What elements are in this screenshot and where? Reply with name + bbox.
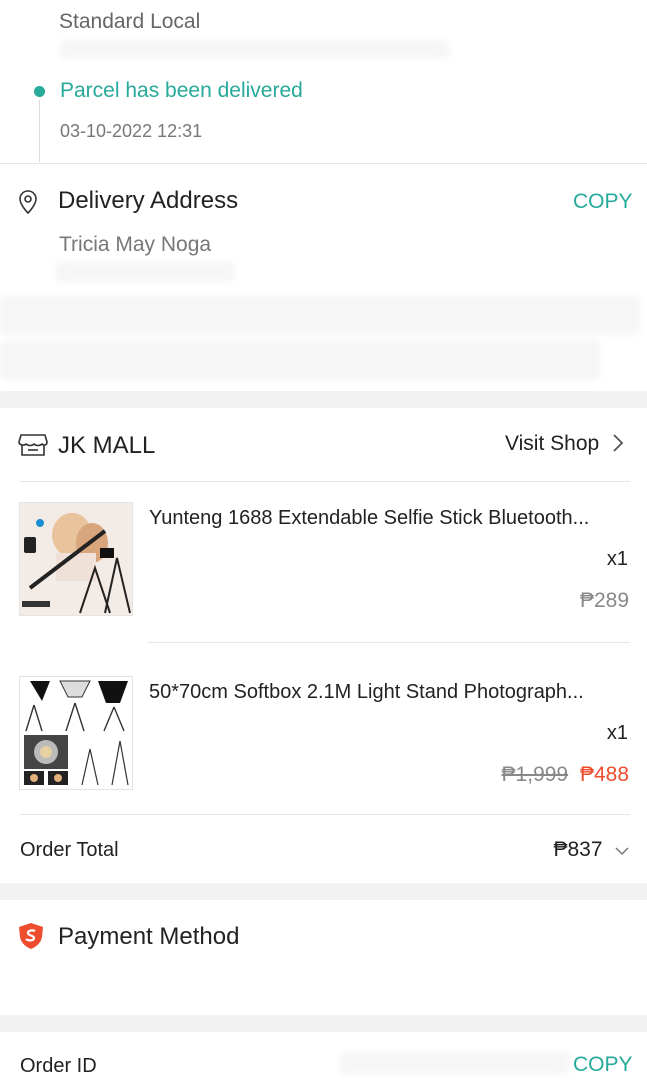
- order-total-toggle[interactable]: ₱837: [554, 838, 630, 862]
- section-gap: [0, 1015, 647, 1032]
- delivery-timestamp: 03-10-2022 12:31: [60, 121, 203, 141]
- chevron-down-icon: [615, 843, 629, 861]
- phone-redacted: [55, 262, 235, 282]
- product-quantity: x1: [606, 548, 628, 570]
- product-title[interactable]: 50*70cm Softbox 2.1M Light Stand Photogr…: [149, 681, 629, 704]
- order-id-label: Order ID: [20, 1055, 97, 1077]
- delivery-address-title: Delivery Address: [58, 187, 239, 214]
- timeline-line: [39, 100, 40, 162]
- section-gap: [0, 391, 647, 408]
- timeline-dot: [34, 86, 45, 97]
- chevron-right-icon: [612, 433, 624, 458]
- product-price: ₱289: [579, 589, 629, 612]
- shop-icon: [18, 431, 48, 462]
- shipping-method: Standard Local: [59, 10, 201, 33]
- order-total-label: Order Total: [20, 839, 119, 861]
- address-redacted-1: [0, 295, 640, 335]
- recipient-name: Tricia May Noga: [59, 233, 212, 256]
- product-image-selfie-stick[interactable]: [19, 502, 133, 616]
- shop-divider: [20, 481, 630, 482]
- product-price-group: ₱1,999 ₱488: [502, 763, 629, 787]
- visit-shop-button[interactable]: Visit Shop: [505, 432, 624, 458]
- product-image-softbox[interactable]: [19, 676, 133, 790]
- location-pin-icon: [17, 189, 39, 220]
- section-gap: [0, 883, 647, 900]
- original-price: ₱1,999: [501, 763, 569, 786]
- visit-shop-label: Visit Shop: [505, 432, 600, 455]
- discounted-price: ₱488: [579, 763, 629, 786]
- shop-name: JK MALL: [58, 432, 156, 459]
- address-redacted-2: [0, 340, 600, 380]
- copy-order-id-button[interactable]: COPY: [573, 1053, 633, 1077]
- product-title[interactable]: Yunteng 1688 Extendable Selfie Stick Blu…: [149, 507, 629, 530]
- order-id-redacted: [340, 1052, 570, 1074]
- tracking-number-redacted: [60, 40, 450, 58]
- product-quantity: x1: [606, 722, 628, 744]
- order-total-value: ₱837: [553, 838, 603, 861]
- payment-method-title: Payment Method: [58, 923, 240, 950]
- order-total-divider: [20, 814, 630, 815]
- product-divider: [148, 642, 630, 643]
- copy-address-button[interactable]: COPY: [573, 190, 633, 214]
- delivery-status: Parcel has been delivered: [60, 79, 303, 102]
- section-divider: [0, 163, 647, 164]
- payment-shield-icon: [18, 922, 44, 955]
